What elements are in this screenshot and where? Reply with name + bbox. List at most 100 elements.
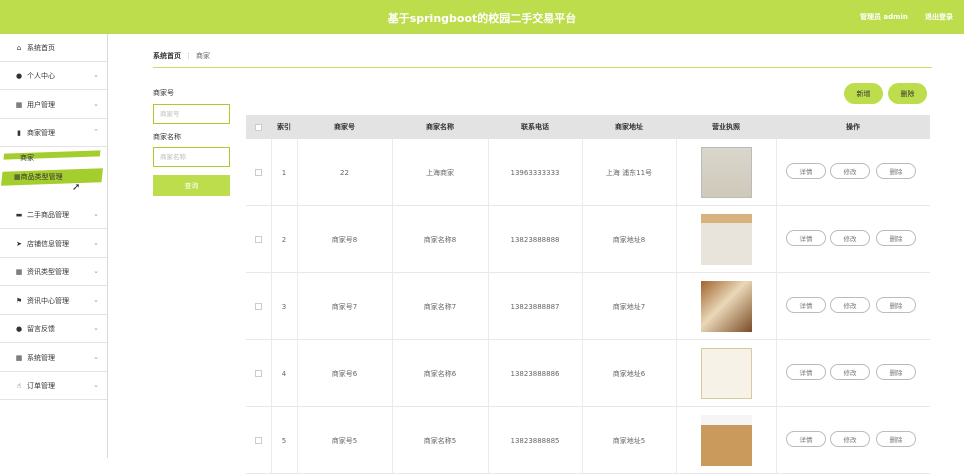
column-divider bbox=[271, 273, 272, 340]
column-divider bbox=[582, 340, 583, 407]
sidebar-item-feedback[interactable]: ● 留言反馈 ⌄ bbox=[0, 315, 107, 343]
sidebar-item-users[interactable]: ▦ 用户管理 ⌄ bbox=[0, 91, 107, 119]
column-divider bbox=[297, 407, 298, 474]
column-divider bbox=[676, 407, 677, 474]
detail-button[interactable]: 详情 bbox=[786, 364, 826, 380]
table-header: 索引 商家号 商家名称 联系电话 商家地址 营业执照 操作 bbox=[246, 115, 930, 139]
detail-button[interactable]: 详情 bbox=[786, 230, 826, 246]
edit-button[interactable]: 修改 bbox=[830, 230, 870, 246]
business-license-image[interactable] bbox=[700, 147, 752, 198]
edit-button[interactable]: 修改 bbox=[830, 297, 870, 313]
mouse-cursor-icon: ➚ bbox=[72, 182, 81, 193]
merchant-code-label: 商家号 bbox=[153, 89, 174, 97]
business-license-image[interactable] bbox=[700, 214, 752, 265]
sidebar-item-merchants[interactable]: ▮ 商家管理 ⌃ bbox=[0, 119, 107, 147]
column-divider bbox=[776, 340, 777, 407]
sidebar-item-label: 商品类型管理 bbox=[20, 173, 63, 181]
bulk-delete-button[interactable]: 删除 bbox=[888, 83, 927, 104]
detail-button[interactable]: 详情 bbox=[786, 431, 826, 447]
select-all-checkbox[interactable] bbox=[255, 123, 262, 131]
sidebar-item-home[interactable]: ⌂ 系统首页 bbox=[0, 34, 107, 62]
sidebar-item-news[interactable]: ⚑ 资讯中心管理 ⌄ bbox=[0, 287, 107, 315]
row-checkbox[interactable] bbox=[255, 370, 262, 377]
column-divider bbox=[488, 206, 489, 273]
add-button[interactable]: 新增 bbox=[844, 83, 883, 104]
sidebar-item-used-goods[interactable]: ▬ 二手商品管理 ⌄ bbox=[0, 201, 107, 229]
sidebar: ⌂ 系统首页 ● 个人中心 ⌄ ▦ 用户管理 ⌄ ▮ 商家管理 ⌃ 商家 ▦ 商… bbox=[0, 34, 108, 458]
header-code: 商家号 bbox=[334, 123, 355, 131]
sidebar-item-label: 留言反馈 bbox=[27, 324, 55, 333]
header-address: 商家地址 bbox=[615, 123, 643, 131]
column-divider bbox=[582, 139, 583, 206]
merchant-code-input[interactable] bbox=[153, 104, 230, 124]
business-license-image[interactable] bbox=[700, 281, 752, 332]
row-select-cell bbox=[246, 206, 271, 273]
column-divider bbox=[776, 407, 777, 474]
building-icon: ▮ bbox=[17, 128, 21, 137]
merchant-table: 索引 商家号 商家名称 联系电话 商家地址 营业执照 操作 1 22 上海商家 139… bbox=[246, 115, 930, 474]
cell-code: 22 bbox=[340, 168, 349, 177]
person-icon: ● bbox=[15, 324, 23, 333]
sidebar-item-label: 二手商品管理 bbox=[27, 210, 69, 219]
sidebar-item-shops[interactable]: ➤ 店铺信息管理 ⌄ bbox=[0, 230, 107, 258]
column-divider bbox=[488, 139, 489, 206]
breadcrumb-separator-icon: ⋮ bbox=[185, 52, 192, 60]
row-checkbox[interactable] bbox=[255, 169, 262, 176]
table-row: 1 22 上海商家 13963333333 上海 浦东11号 详情 修改 删除 bbox=[246, 139, 930, 206]
chevron-down-icon: ⌄ bbox=[93, 239, 99, 247]
cell-index: 2 bbox=[281, 235, 287, 244]
row-checkbox[interactable] bbox=[255, 236, 262, 243]
delete-button[interactable]: 删除 bbox=[876, 297, 916, 313]
merchant-name-input[interactable] bbox=[153, 147, 230, 167]
search-button[interactable]: 查询 bbox=[153, 175, 230, 196]
row-select-cell bbox=[246, 340, 271, 407]
row-select-cell bbox=[246, 407, 271, 474]
edit-button[interactable]: 修改 bbox=[830, 364, 870, 380]
row-checkbox[interactable] bbox=[255, 437, 262, 444]
home-icon: ⌂ bbox=[16, 43, 22, 52]
sidebar-item-label: 用户管理 bbox=[27, 100, 55, 109]
cell-name: 商家名称5 bbox=[423, 436, 457, 445]
edit-button[interactable]: 修改 bbox=[830, 431, 870, 447]
cell-index: 4 bbox=[281, 369, 287, 378]
breadcrumb-home[interactable]: 系统首页 bbox=[153, 52, 181, 60]
edit-button[interactable]: 修改 bbox=[830, 163, 870, 179]
divider bbox=[153, 67, 932, 68]
sidebar-item-product-types[interactable]: ▦ 商品类型管理 bbox=[0, 167, 107, 187]
cell-address: 商家地址8 bbox=[612, 235, 646, 244]
cell-phone: 13823888886 bbox=[510, 369, 560, 378]
cell-code: 商家号8 bbox=[331, 235, 358, 244]
business-license-image[interactable] bbox=[700, 348, 752, 399]
cell-address: 商家地址7 bbox=[612, 302, 646, 311]
chevron-down-icon: ⌄ bbox=[93, 100, 99, 108]
cell-phone: 13823888888 bbox=[510, 235, 560, 244]
sidebar-subitem-merchant[interactable]: 商家 bbox=[0, 148, 107, 168]
sidebar-item-news-types[interactable]: ▦ 资讯类型管理 ⌄ bbox=[0, 258, 107, 286]
business-license-image[interactable] bbox=[700, 415, 752, 466]
delete-button[interactable]: 删除 bbox=[876, 431, 916, 447]
license-cell bbox=[676, 139, 776, 206]
delete-button[interactable]: 删除 bbox=[876, 364, 916, 380]
delete-button[interactable]: 删除 bbox=[876, 230, 916, 246]
cell-name: 商家名称6 bbox=[423, 369, 457, 378]
chevron-up-icon: ⌃ bbox=[93, 128, 99, 136]
breadcrumb: 系统首页 ⋮ 商家 bbox=[153, 51, 210, 61]
chevron-down-icon: ⌄ bbox=[93, 296, 99, 304]
row-checkbox[interactable] bbox=[255, 303, 262, 310]
chevron-down-icon: ⌄ bbox=[93, 267, 99, 275]
logout-link[interactable]: 退出登录 bbox=[925, 12, 953, 22]
sidebar-item-label: 商家 bbox=[20, 154, 34, 162]
delete-button[interactable]: 删除 bbox=[876, 163, 916, 179]
sidebar-item-profile[interactable]: ● 个人中心 ⌄ bbox=[0, 62, 107, 90]
column-divider bbox=[776, 206, 777, 273]
column-divider bbox=[676, 206, 677, 273]
cell-phone: 13963333333 bbox=[510, 168, 560, 177]
cell-index: 1 bbox=[281, 168, 287, 177]
sidebar-item-label: 资讯中心管理 bbox=[27, 296, 69, 305]
sidebar-item-orders[interactable]: ☝ 订单管理 ⌄ bbox=[0, 372, 107, 400]
current-user: 管理员 admin bbox=[860, 13, 908, 21]
detail-button[interactable]: 详情 bbox=[786, 297, 826, 313]
detail-button[interactable]: 详情 bbox=[786, 163, 826, 179]
sidebar-item-system[interactable]: ▦ 系统管理 ⌄ bbox=[0, 344, 107, 372]
cell-address: 上海 浦东11号 bbox=[605, 168, 653, 177]
